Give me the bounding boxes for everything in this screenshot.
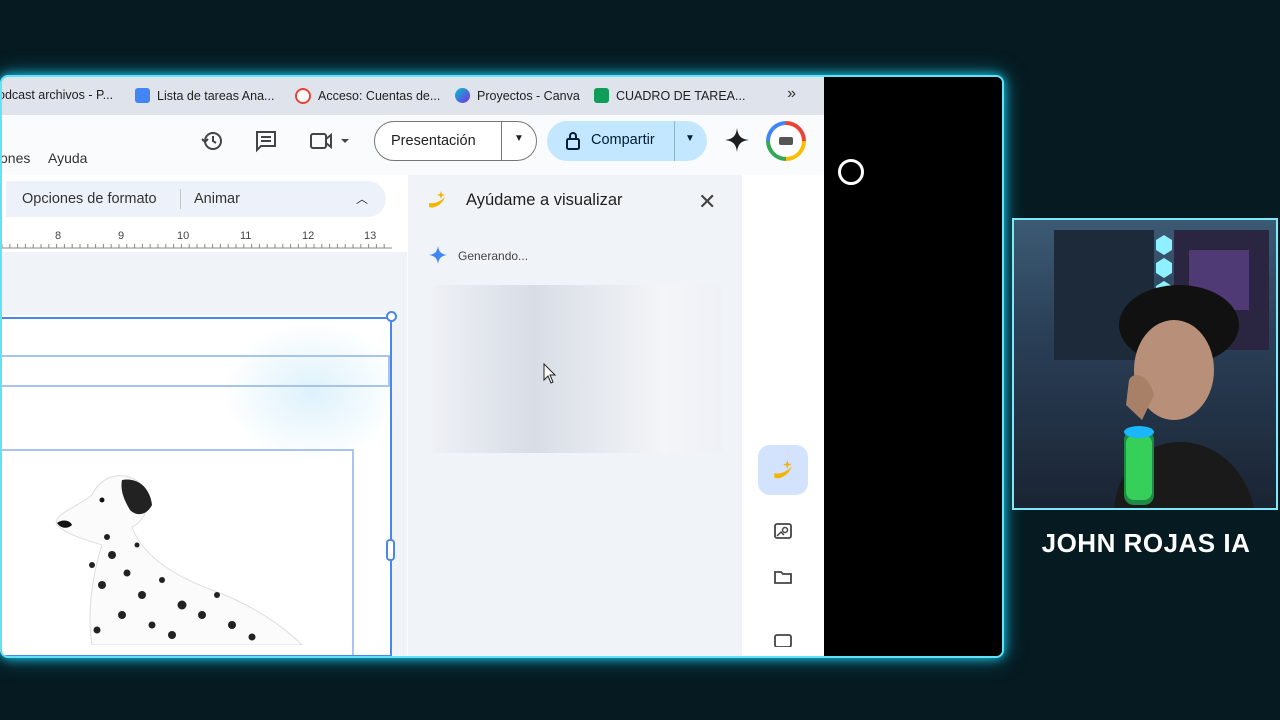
- slides-icon[interactable]: [773, 633, 793, 647]
- history-icon[interactable]: [200, 129, 224, 153]
- ruler-label: 9: [118, 230, 125, 242]
- bookmark-label: Proyectos - Canva: [477, 88, 580, 103]
- video-camera-icon[interactable]: [309, 129, 351, 153]
- format-toolbar: Opciones de formato Animar ︿: [6, 181, 386, 217]
- cursor-highlight-ring: [838, 159, 864, 185]
- gemini-star-icon: [429, 246, 447, 264]
- canva-icon: [455, 88, 470, 103]
- bookmark-label: CUADRO DE TAREA...: [616, 88, 746, 103]
- bookmark-canva[interactable]: Proyectos - Canva: [455, 88, 580, 103]
- bookmark-cuadro[interactable]: CUADRO DE TAREA...: [594, 88, 745, 103]
- screen-share-frame: odcast archivos - P... Lista de tareas A…: [0, 75, 1004, 658]
- banana-sparkle-icon: [774, 460, 792, 479]
- divider: [501, 122, 502, 160]
- loading-placeholder: [432, 285, 722, 453]
- docs-icon: [135, 88, 150, 103]
- ruler-label: 11: [240, 230, 252, 242]
- webcam-feed: [1012, 218, 1278, 510]
- dalmatian-image[interactable]: [32, 465, 312, 645]
- sheets-icon: [594, 88, 609, 103]
- gemini-star-icon[interactable]: [724, 127, 750, 153]
- share-label: Compartir: [591, 132, 655, 148]
- rail-visualize-button[interactable]: [758, 445, 808, 495]
- menu-item-extensiones[interactable]: ones: [2, 150, 30, 166]
- ruler-label: 12: [302, 230, 315, 242]
- google-icon: [295, 88, 311, 104]
- ruler-label: 13: [364, 230, 377, 242]
- menu-item-ayuda[interactable]: Ayuda: [48, 150, 87, 166]
- ruler-label: 10: [177, 230, 190, 242]
- bookmark-podcast[interactable]: odcast archivos - P...: [2, 88, 113, 102]
- chevron-up-icon[interactable]: ︿: [356, 190, 368, 207]
- avatar[interactable]: [766, 121, 806, 161]
- chevron-down-icon[interactable]: ▼: [685, 133, 695, 144]
- bookmark-acceso[interactable]: Acceso: Cuentas de...: [295, 88, 440, 104]
- animate-button[interactable]: Animar: [194, 191, 240, 207]
- mouse-pointer-icon: [543, 363, 557, 384]
- bookmarks-bar: odcast archivos - P... Lista de tareas A…: [2, 77, 824, 115]
- bookmarks-more-button[interactable]: »: [787, 85, 796, 103]
- presentation-button[interactable]: Presentación ▼: [374, 121, 537, 161]
- banana-sparkle-icon: [429, 191, 445, 208]
- divider: [674, 121, 675, 161]
- resize-handle-side[interactable]: [386, 539, 395, 561]
- streamer-portrait: [1054, 230, 1269, 508]
- image-search-icon[interactable]: [773, 521, 793, 541]
- bookmark-lista-tareas[interactable]: Lista de tareas Ana...: [135, 88, 274, 103]
- bookmark-label: odcast archivos - P...: [2, 88, 114, 102]
- presentation-label: Presentación: [391, 133, 476, 149]
- share-button[interactable]: Compartir ▼: [547, 121, 707, 161]
- folder-icon[interactable]: [773, 567, 793, 587]
- divider: [180, 189, 181, 209]
- bookmark-label: Lista de tareas Ana...: [157, 88, 275, 103]
- streamer-name: JOHN ROJAS IA: [1041, 528, 1251, 558]
- horizontal-ruler: 8 9 10 11 12 13: [2, 227, 392, 249]
- panel-title: Ayúdame a visualizar: [466, 191, 623, 209]
- resize-handle[interactable]: [386, 311, 397, 322]
- bookmark-label: Acceso: Cuentas de...: [318, 89, 441, 103]
- close-icon[interactable]: ✕: [698, 189, 716, 215]
- chevron-down-icon[interactable]: ▼: [514, 133, 524, 144]
- browser-window: odcast archivos - P... Lista de tareas A…: [2, 77, 824, 656]
- generating-status: Generando...: [458, 249, 529, 263]
- comment-icon[interactable]: [254, 129, 278, 153]
- lock-icon: [566, 132, 580, 150]
- ruler-label: 8: [55, 230, 62, 242]
- format-options-button[interactable]: Opciones de formato: [22, 191, 157, 207]
